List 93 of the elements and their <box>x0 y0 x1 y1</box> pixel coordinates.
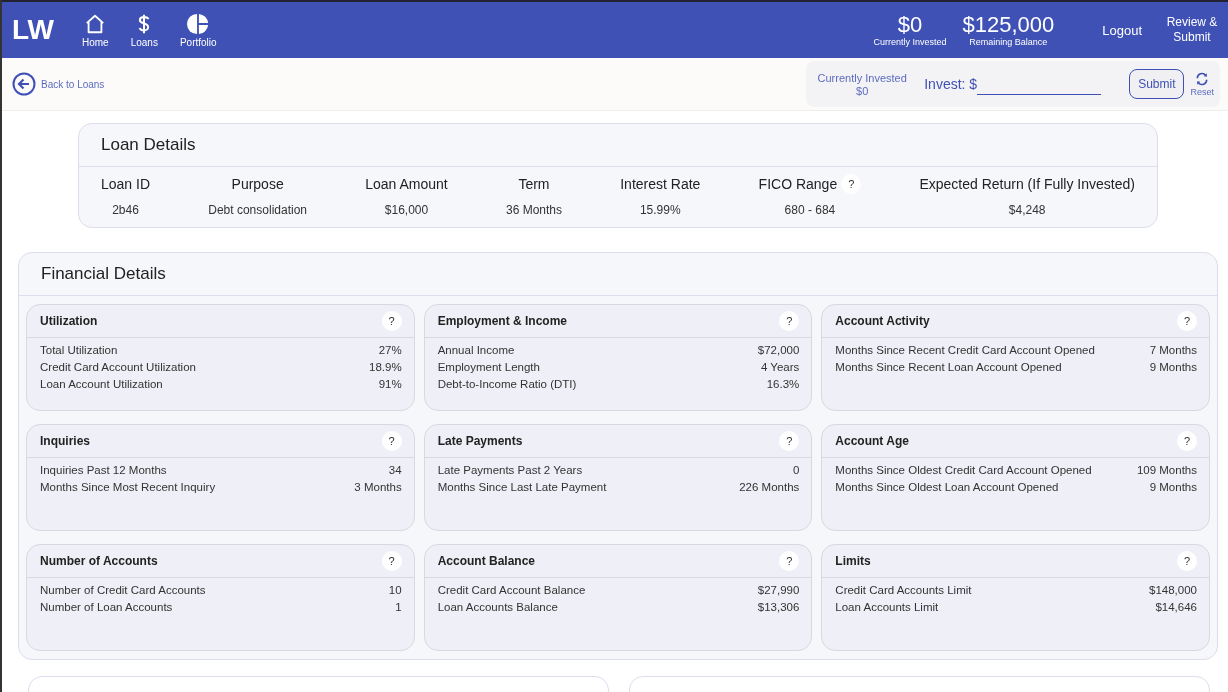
section-title: Financial Details <box>19 253 1217 296</box>
stat-label: Remaining Balance <box>969 37 1048 47</box>
row-label: Number of Loan Accounts <box>40 601 173 613</box>
row-label: Months Since Most Recent Inquiry <box>40 481 216 493</box>
nav-link[interactable]: Loans <box>130 12 158 48</box>
card-title: Late Payments <box>437 434 523 448</box>
column-value: 15.99% <box>639 203 681 217</box>
row-label: Months Since Last Late Payment <box>437 481 607 493</box>
card-title: Employment & Income <box>437 314 567 328</box>
row-value: $13,306 <box>757 601 800 613</box>
invested-label: Currently Invested <box>817 71 907 84</box>
column-label: FICO Range <box>758 176 838 192</box>
row-label: Months Since Oldest Loan Account Opened <box>835 481 1059 493</box>
invested-value: $0 <box>856 84 869 97</box>
row-label: Credit Card Account Balance <box>437 584 586 596</box>
logout-link[interactable]: Logout <box>1102 22 1142 38</box>
row-value: $148,000 <box>1149 584 1197 596</box>
help-button[interactable]: ? <box>1177 551 1197 571</box>
review-submit-link[interactable]: Review & Submit <box>1164 15 1220 45</box>
row-value: 34 <box>388 464 402 476</box>
stat-value: $125,000 <box>962 13 1055 37</box>
column-value: Debt consolidation <box>208 203 307 217</box>
row-value: 18.9% <box>369 361 402 373</box>
column-label: Expected Return (If Fully Invested) <box>919 176 1135 192</box>
row-label: Months Since Recent Loan Account Opened <box>835 361 1062 373</box>
card-title: Utilization <box>40 314 98 328</box>
column-label: Loan Amount <box>365 176 448 192</box>
row-label: Months Since Recent Credit Card Account Opened <box>835 344 1095 356</box>
column-label: Purpose <box>231 176 284 192</box>
stat-value: $0 <box>897 13 923 37</box>
card-title: Number of Accounts <box>40 554 158 568</box>
row-value: 91% <box>378 378 402 390</box>
help-button[interactable]: ? <box>779 311 800 331</box>
row-label: Loan Account Utilization <box>40 378 163 390</box>
column-value: 2b46 <box>112 203 139 217</box>
row-label: Annual Income <box>437 344 515 356</box>
nav-link[interactable]: Home <box>82 12 109 48</box>
row-value: 226 Months <box>739 481 800 493</box>
row-value: 27% <box>378 344 402 356</box>
help-button[interactable]: ? <box>381 431 402 451</box>
reset-button[interactable]: Reset <box>1190 71 1214 97</box>
row-value: 0 <box>792 464 800 476</box>
column-value: 36 Months <box>505 203 562 217</box>
row-value: $27,990 <box>757 584 800 596</box>
card-title: Inquiries <box>40 434 90 448</box>
row-label: Credit Card Account Utilization <box>40 361 196 373</box>
back-link[interactable]: Back to Loans <box>12 72 105 96</box>
home-icon <box>84 12 107 35</box>
section-title: Loan Details <box>79 124 1157 167</box>
help-button[interactable]: ? <box>1177 431 1197 451</box>
logo: LW <box>12 14 54 46</box>
row-label: Debt-to-Income Ratio (DTI) <box>437 378 577 390</box>
row-label: Loan Accounts Limit <box>835 601 939 613</box>
row-value: $14,646 <box>1155 601 1197 613</box>
help-button[interactable]: ? <box>381 551 402 571</box>
pie-chart-icon <box>187 12 210 35</box>
row-value: 4 Years <box>760 361 800 373</box>
row-label: Inquiries Past 12 Months <box>40 464 167 476</box>
row-label: Employment Length <box>437 361 540 373</box>
help-button[interactable]: ? <box>1177 311 1197 331</box>
row-value: 1 <box>395 601 402 613</box>
row-label: Months Since Oldest Credit Card Account Opened <box>835 464 1092 476</box>
card-title: Account Activity <box>835 314 930 328</box>
invest-label: Invest: $ <box>924 76 978 92</box>
stat-label: Currently Invested <box>873 37 947 47</box>
column-value: $4,248 <box>1008 203 1046 217</box>
row-value: 7 Months <box>1149 344 1197 356</box>
column-value: 680 - 684 <box>784 203 836 217</box>
help-button[interactable]: ? <box>841 174 862 194</box>
card-title: Account Age <box>835 434 909 448</box>
nav-link[interactable]: Portfolio <box>179 12 217 48</box>
row-label: Credit Card Accounts Limit <box>835 584 972 596</box>
column-value: $16,000 <box>384 203 429 217</box>
row-label: Loan Accounts Balance <box>437 601 558 613</box>
column-label: Term <box>518 176 550 192</box>
card-title: Limits <box>835 554 871 568</box>
row-value: 16.3% <box>766 378 800 390</box>
row-label: Number of Credit Card Accounts <box>40 584 206 596</box>
column-label: Loan ID <box>101 176 151 192</box>
row-value: 10 <box>388 584 402 596</box>
help-button[interactable]: ? <box>381 311 402 331</box>
row-value: 9 Months <box>1149 361 1197 373</box>
row-value: $72,000 <box>757 344 800 356</box>
card-title: Account Balance <box>437 554 535 568</box>
row-label: Total Utilization <box>40 344 118 356</box>
submit-button[interactable]: Submit <box>1129 69 1185 99</box>
help-button[interactable]: ? <box>779 431 800 451</box>
row-label: Late Payments Past 2 Years <box>437 464 583 476</box>
column-label: Interest Rate <box>620 176 701 192</box>
row-value: 3 Months <box>354 481 402 493</box>
row-value: 109 Months <box>1136 464 1197 476</box>
help-button[interactable]: ? <box>779 551 800 571</box>
row-value: 9 Months <box>1149 481 1197 493</box>
